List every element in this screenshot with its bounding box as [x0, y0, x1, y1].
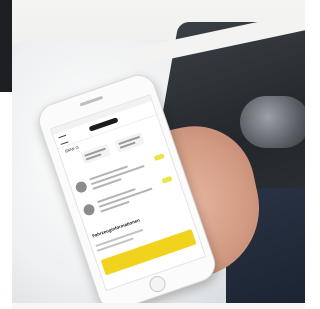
- primary-action-button: [100, 229, 197, 276]
- status-badge: [153, 153, 165, 162]
- menu-icon: [58, 134, 69, 145]
- info-chip: [80, 143, 111, 165]
- section-title: Fahrzeuginformationen: [91, 217, 141, 239]
- car-photo: BMW i3 Fahrzeuginformationen: [12, 0, 305, 309]
- info-chip: [114, 132, 146, 153]
- dark-corner: [0, 0, 12, 92]
- side-mirror: [240, 96, 305, 148]
- status-badge: [161, 175, 173, 184]
- phone-speaker: [79, 95, 104, 107]
- location-icon: [82, 202, 97, 217]
- photo-frame: BMW i3 Fahrzeuginformationen: [0, 0, 305, 309]
- home-button: [147, 273, 168, 295]
- bottom-border: [12, 303, 305, 309]
- location-icon: [74, 180, 89, 195]
